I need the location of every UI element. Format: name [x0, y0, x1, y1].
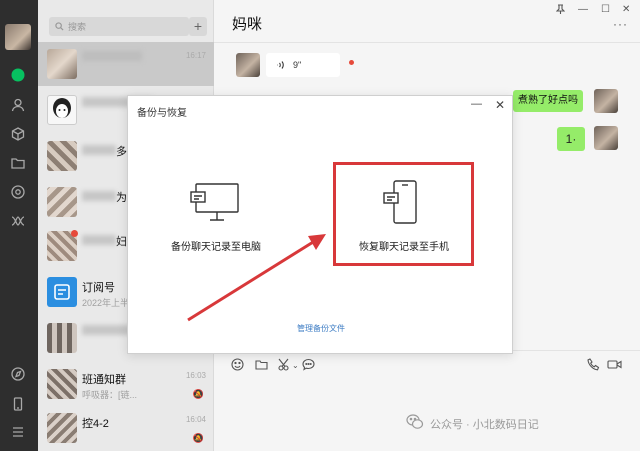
backup-restore-dialog: 备份与恢复 — ✕ 备份聊天记录至电脑 恢复聊天记录至手机 管理备份文件: [127, 95, 513, 354]
contact-avatar: [47, 95, 77, 125]
group-avatar: [47, 323, 77, 353]
user-avatar-small: [594, 126, 618, 150]
computer-icon: [190, 183, 239, 221]
sidebar-rail: [0, 0, 38, 451]
unplayed-dot: [349, 60, 354, 65]
screenshot-icon[interactable]: [278, 358, 292, 374]
last-message: 2022年上半: [82, 298, 130, 308]
dialog-title: 备份与恢复: [137, 108, 187, 119]
folder-icon[interactable]: [10, 155, 26, 171]
search-input[interactable]: 搜索: [49, 17, 189, 36]
search-placeholder: 搜索: [68, 22, 87, 32]
watermark-text: 公众号 · 小北数码日记: [430, 419, 539, 431]
message-time: 16:03: [185, 371, 206, 380]
contact-name: 控4-2: [82, 418, 109, 430]
contacts-icon[interactable]: [10, 97, 26, 113]
maximize-icon[interactable]: ☐: [601, 4, 610, 15]
backup-to-pc-label: 备份聊天记录至电脑: [171, 242, 261, 253]
input-toolbar: ⌄: [214, 352, 640, 380]
video-call-icon[interactable]: [607, 358, 622, 374]
sticker-message[interactable]: 1·: [557, 127, 585, 151]
wechat-logo-icon: [406, 414, 424, 430]
subscription-icon: [47, 277, 77, 307]
mute-icon: 🔕: [192, 433, 204, 443]
pin-icon[interactable]: [555, 4, 566, 17]
add-chat-button[interactable]: +: [189, 17, 207, 36]
mute-icon: 🔕: [192, 389, 204, 399]
search-icon: [55, 22, 64, 31]
list-item[interactable]: 班通知群 呼吸器：[链... 16:03 🔕: [38, 362, 214, 406]
contact-avatar: [47, 49, 77, 79]
channels-icon[interactable]: [10, 213, 26, 229]
more-options-icon[interactable]: ···: [613, 17, 628, 31]
message-time: 16:17: [185, 51, 206, 60]
highlight-box: [333, 162, 474, 266]
group-avatar: [47, 413, 77, 443]
screenshot-dropdown-icon[interactable]: ⌄: [292, 361, 299, 370]
group-avatar: [47, 369, 77, 399]
contact-name: 班通知群: [82, 374, 126, 386]
phone-icon[interactable]: [10, 396, 26, 412]
contact-name: 多: [82, 143, 127, 159]
message-time: 16:04: [185, 415, 206, 424]
mini-programs-icon[interactable]: [10, 366, 26, 382]
dialog-minimize-button[interactable]: —: [471, 98, 482, 110]
favorites-icon[interactable]: [10, 126, 26, 142]
file-icon[interactable]: [255, 358, 268, 374]
group-avatar: [47, 187, 77, 217]
emoji-icon[interactable]: [231, 358, 244, 374]
last-message: 呼吸器：[链...: [82, 390, 138, 400]
voice-duration: 9": [293, 60, 302, 70]
voice-call-icon[interactable]: [587, 358, 600, 374]
backup-to-pc-option[interactable]: 备份聊天记录至电脑: [146, 166, 286, 266]
manage-backup-files-link[interactable]: 管理备份文件: [128, 323, 514, 334]
close-icon[interactable]: ✕: [622, 4, 630, 15]
contact-name: [82, 51, 142, 61]
voice-message[interactable]: 9": [266, 53, 340, 77]
contact-name: 妇: [82, 233, 127, 249]
dialog-close-button[interactable]: ✕: [495, 98, 505, 112]
minimize-icon[interactable]: —: [578, 4, 588, 15]
voice-wave-icon: [277, 61, 284, 69]
menu-icon[interactable]: [10, 424, 26, 440]
user-avatar[interactable]: [5, 24, 31, 50]
group-avatar: [47, 141, 77, 171]
moments-icon[interactable]: [10, 184, 26, 200]
sent-message[interactable]: 煮熟了好点吗: [513, 90, 583, 112]
list-item[interactable]: 16:17: [38, 42, 214, 86]
unread-dot: [71, 230, 78, 237]
chat-title: 妈咪: [232, 16, 263, 33]
header-divider: [214, 42, 640, 43]
list-item[interactable]: 控4-2 16:04 🔕: [38, 406, 214, 450]
chat-history-icon[interactable]: [302, 358, 315, 374]
contact-avatar: [236, 53, 260, 77]
contact-name: 为: [82, 189, 127, 205]
user-avatar-small: [594, 89, 618, 113]
contact-name: 订阅号: [82, 282, 115, 294]
chat-icon[interactable]: [10, 67, 26, 83]
